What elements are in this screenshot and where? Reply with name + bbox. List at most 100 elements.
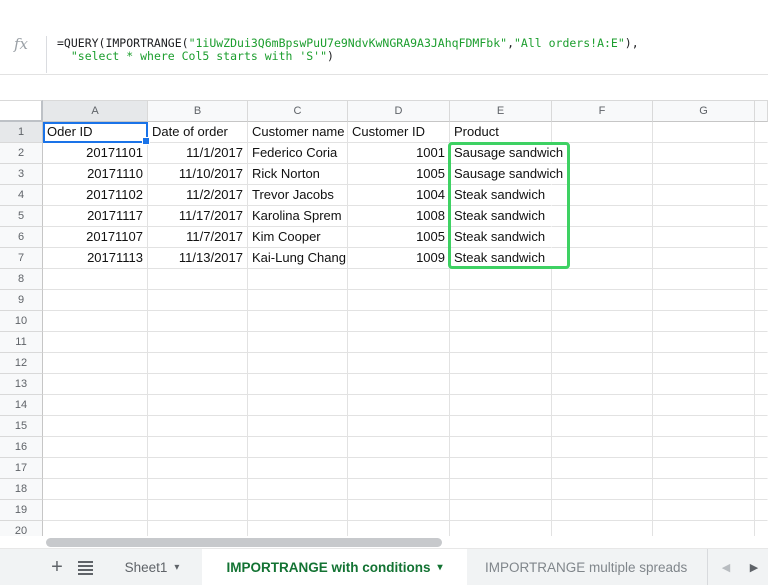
cell-E10[interactable] <box>450 311 552 332</box>
cell-C17[interactable] <box>248 458 348 479</box>
cell-B14[interactable] <box>148 395 248 416</box>
cell-B9[interactable] <box>148 290 248 311</box>
cell-C11[interactable] <box>248 332 348 353</box>
select-all-corner[interactable] <box>0 100 43 122</box>
column-header-A[interactable]: A <box>43 100 148 122</box>
cell-D19[interactable] <box>348 500 450 521</box>
cell-D17[interactable] <box>348 458 450 479</box>
cell-C13[interactable] <box>248 374 348 395</box>
cell-B8[interactable] <box>148 269 248 290</box>
row-header-12[interactable]: 12 <box>0 353 43 374</box>
cell-E4[interactable]: Steak sandwich <box>450 185 552 206</box>
cell-G4[interactable] <box>653 185 755 206</box>
cell-E6[interactable]: Steak sandwich <box>450 227 552 248</box>
cell-B3[interactable]: 11/10/2017 <box>148 164 248 185</box>
cell-C4[interactable]: Trevor Jacobs <box>248 185 348 206</box>
cell-G8[interactable] <box>653 269 755 290</box>
cell-C3[interactable]: Rick Norton <box>248 164 348 185</box>
cell-D2[interactable]: 1001 <box>348 143 450 164</box>
cell-F9[interactable] <box>552 290 653 311</box>
cell-G13[interactable] <box>653 374 755 395</box>
cell-F14[interactable] <box>552 395 653 416</box>
cell-C8[interactable] <box>248 269 348 290</box>
cell-C20[interactable] <box>248 521 348 536</box>
cell-F18[interactable] <box>552 479 653 500</box>
cell-C14[interactable] <box>248 395 348 416</box>
cell-A13[interactable] <box>43 374 148 395</box>
cell-G14[interactable] <box>653 395 755 416</box>
cell-G2[interactable] <box>653 143 755 164</box>
cell-D5[interactable]: 1008 <box>348 206 450 227</box>
cell-B12[interactable] <box>148 353 248 374</box>
cell-C15[interactable] <box>248 416 348 437</box>
cell-E13[interactable] <box>450 374 552 395</box>
cell-E17[interactable] <box>450 458 552 479</box>
cell-E2[interactable]: Sausage sandwich <box>450 143 552 164</box>
cell-C2[interactable]: Federico Coria <box>248 143 348 164</box>
tab-importrange-with-conditions[interactable]: IMPORTRANGE with conditions ▾ <box>202 549 467 585</box>
cell-A5[interactable]: 20171117 <box>43 206 148 227</box>
cell-G3[interactable] <box>653 164 755 185</box>
column-header-G[interactable]: G <box>653 100 755 122</box>
cell-A9[interactable] <box>43 290 148 311</box>
cell-C1[interactable]: Customer name <box>248 122 348 143</box>
cell-B19[interactable] <box>148 500 248 521</box>
row-header-18[interactable]: 18 <box>0 479 43 500</box>
cell-A20[interactable] <box>43 521 148 536</box>
row-header-10[interactable]: 10 <box>0 311 43 332</box>
cell-D4[interactable]: 1004 <box>348 185 450 206</box>
cell-E18[interactable] <box>450 479 552 500</box>
cell-A12[interactable] <box>43 353 148 374</box>
column-header-D[interactable]: D <box>348 100 450 122</box>
row-header-16[interactable]: 16 <box>0 437 43 458</box>
cell-E20[interactable] <box>450 521 552 536</box>
cell-B13[interactable] <box>148 374 248 395</box>
cell-A11[interactable] <box>43 332 148 353</box>
cell-E11[interactable] <box>450 332 552 353</box>
cell-C10[interactable] <box>248 311 348 332</box>
row-header-6[interactable]: 6 <box>0 227 43 248</box>
cell-D11[interactable] <box>348 332 450 353</box>
cell-A17[interactable] <box>43 458 148 479</box>
cell-D1[interactable]: Customer ID <box>348 122 450 143</box>
row-header-8[interactable]: 8 <box>0 269 43 290</box>
cell-E9[interactable] <box>450 290 552 311</box>
row-header-4[interactable]: 4 <box>0 185 43 206</box>
scroll-tabs-left-icon[interactable]: ◀ <box>716 549 736 585</box>
cell-F2[interactable] <box>552 143 653 164</box>
scroll-tabs-right-icon[interactable]: ▶ <box>744 549 764 585</box>
cell-G16[interactable] <box>653 437 755 458</box>
cell-B4[interactable]: 11/2/2017 <box>148 185 248 206</box>
cell-B17[interactable] <box>148 458 248 479</box>
cell-E19[interactable] <box>450 500 552 521</box>
column-header-E[interactable]: E <box>450 100 552 122</box>
cell-A6[interactable]: 20171107 <box>43 227 148 248</box>
cell-G1[interactable] <box>653 122 755 143</box>
cell-F1[interactable] <box>552 122 653 143</box>
cell-D9[interactable] <box>348 290 450 311</box>
cell-D3[interactable]: 1005 <box>348 164 450 185</box>
cell-B2[interactable]: 11/1/2017 <box>148 143 248 164</box>
cell-B6[interactable]: 11/7/2017 <box>148 227 248 248</box>
cell-F11[interactable] <box>552 332 653 353</box>
row-header-7[interactable]: 7 <box>0 248 43 269</box>
cell-B20[interactable] <box>148 521 248 536</box>
cell-F7[interactable] <box>552 248 653 269</box>
cell-F13[interactable] <box>552 374 653 395</box>
cell-G20[interactable] <box>653 521 755 536</box>
cell-G17[interactable] <box>653 458 755 479</box>
cell-G18[interactable] <box>653 479 755 500</box>
cell-C5[interactable]: Karolina Sprem <box>248 206 348 227</box>
cell-B15[interactable] <box>148 416 248 437</box>
cell-G12[interactable] <box>653 353 755 374</box>
cell-B5[interactable]: 11/17/2017 <box>148 206 248 227</box>
cell-E15[interactable] <box>450 416 552 437</box>
row-header-11[interactable]: 11 <box>0 332 43 353</box>
cell-F12[interactable] <box>552 353 653 374</box>
cell-A19[interactable] <box>43 500 148 521</box>
cell-C18[interactable] <box>248 479 348 500</box>
cell-A8[interactable] <box>43 269 148 290</box>
cell-D8[interactable] <box>348 269 450 290</box>
cell-A15[interactable] <box>43 416 148 437</box>
column-header-F[interactable]: F <box>552 100 653 122</box>
